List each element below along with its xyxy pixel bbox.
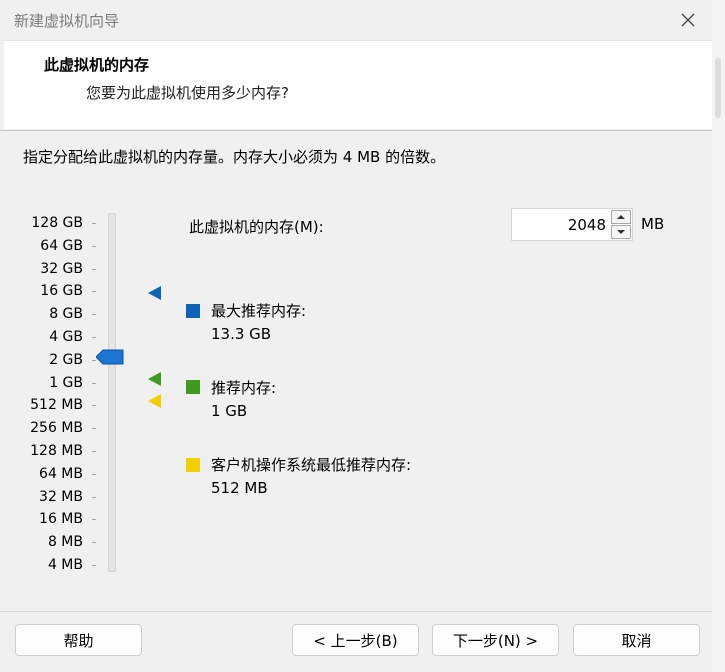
scale-tick — [92, 565, 96, 566]
recommended-label: 推荐内存: — [211, 379, 277, 397]
instruction-text: 指定分配给此虚拟机的内存量。内存大小必须为 4 MB 的倍数。 — [23, 148, 446, 166]
scale-label: 8 MB — [47, 534, 83, 551]
scale-tick — [92, 542, 96, 544]
scale-label: 2 GB — [49, 351, 83, 368]
close-button[interactable] — [668, 0, 708, 40]
slider-track[interactable] — [108, 213, 116, 572]
back-button[interactable]: < 上一步(B) — [292, 624, 419, 656]
min-recommended-label: 客户机操作系统最低推荐内存: — [211, 456, 412, 474]
scale-tick — [92, 223, 96, 224]
max-recommended-swatch — [186, 304, 200, 318]
max-recommended-label: 最大推荐内存: — [211, 302, 307, 320]
header-divider — [0, 130, 712, 131]
recommended-marker-icon — [148, 372, 161, 386]
scale-label: 128 GB — [31, 215, 83, 231]
recommended-swatch — [186, 380, 200, 394]
scale-tick — [92, 428, 96, 430]
scale-label: 8 GB — [49, 306, 83, 323]
memory-input[interactable] — [512, 209, 610, 240]
chevron-down-icon — [617, 230, 625, 234]
scale-tick — [92, 519, 96, 521]
cancel-button[interactable]: 取消 — [573, 624, 700, 656]
scale-label: 32 GB — [40, 260, 83, 277]
footer-divider — [0, 611, 712, 612]
spin-down-button[interactable] — [611, 225, 631, 239]
scale-label: 16 GB — [40, 283, 83, 300]
scale-tick — [92, 451, 96, 452]
scale-label: 4 MB — [47, 557, 83, 573]
scale-tick — [92, 291, 96, 293]
scale-tick — [92, 382, 96, 384]
scale-tick — [92, 496, 96, 498]
scale-tick — [92, 405, 96, 407]
next-button[interactable]: 下一步(N) > — [432, 624, 559, 656]
page-subtitle: 您要为此虚拟机使用多少内存? — [86, 84, 289, 102]
min-recommended-marker-icon — [148, 394, 161, 408]
help-button[interactable]: 帮助 — [15, 624, 142, 656]
min-recommended-value: 512 MB — [211, 479, 268, 497]
recommended-value: 1 GB — [211, 402, 248, 420]
scroll-indicator — [715, 58, 721, 118]
scale-tick — [92, 268, 96, 270]
spin-up-button[interactable] — [611, 210, 631, 224]
scale-tick — [92, 314, 96, 316]
scale-tick — [92, 245, 96, 247]
slider-thumb[interactable] — [95, 349, 124, 369]
scale-label: 512 MB — [30, 397, 83, 414]
scale-label: 32 MB — [39, 488, 83, 505]
scale-tick — [92, 337, 96, 338]
max-recommended-marker-icon — [148, 286, 161, 300]
memory-spinbox — [511, 208, 633, 241]
scale-label: 16 MB — [39, 511, 83, 528]
scale-label: 64 GB — [40, 237, 83, 254]
min-recommended-swatch — [186, 458, 200, 472]
scale-label: 256 MB — [30, 420, 83, 437]
close-icon — [681, 13, 695, 27]
title-bar: 新建虚拟机向导 — [0, 0, 712, 41]
right-edge-strip — [712, 0, 725, 672]
max-recommended-value: 13.3 GB — [211, 325, 272, 343]
scale-label: 4 GB — [49, 329, 83, 345]
scale-label: 128 MB — [30, 443, 83, 459]
page-title: 此虚拟机的内存 — [44, 56, 150, 74]
chevron-up-icon — [617, 215, 625, 219]
wizard-header: 此虚拟机的内存 您要为此虚拟机使用多少内存? — [4, 41, 712, 129]
scale-label: 64 MB — [39, 465, 83, 482]
slider-thumb-icon — [95, 349, 124, 365]
memory-unit: MB — [641, 215, 665, 233]
window-title: 新建虚拟机向导 — [14, 12, 120, 30]
scale-tick — [92, 473, 96, 475]
scale-label: 1 GB — [49, 374, 83, 391]
memory-label: 此虚拟机的内存(M): — [189, 218, 324, 236]
